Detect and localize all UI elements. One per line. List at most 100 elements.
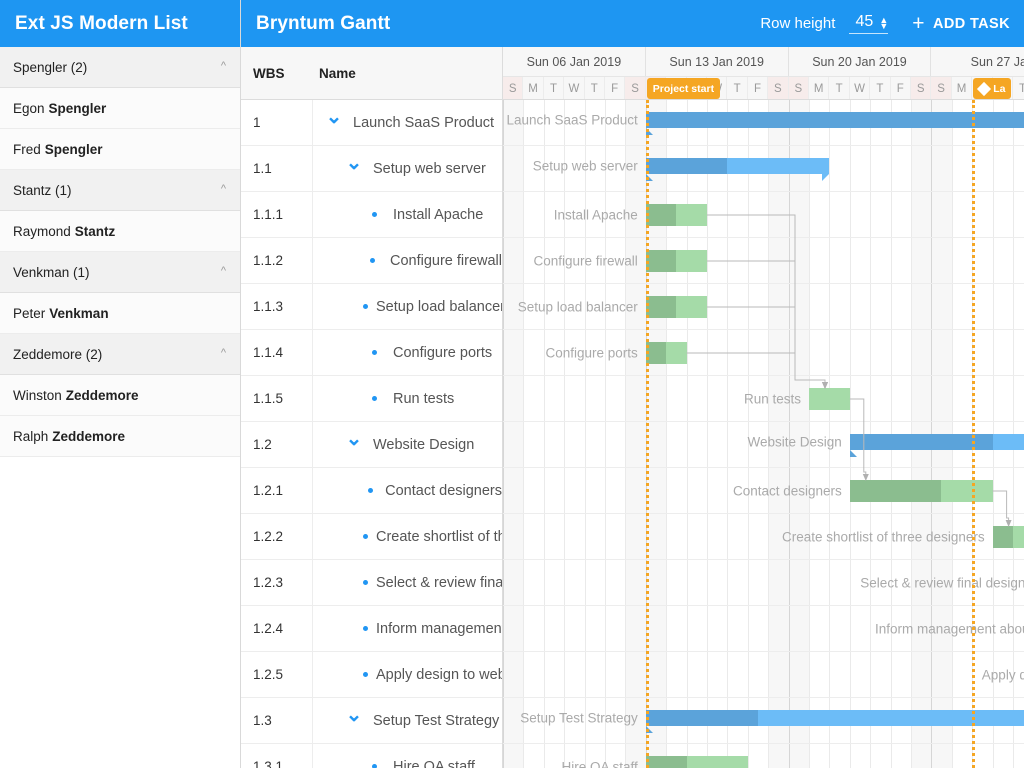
cell-name: ⌄Setup web server — [313, 146, 502, 191]
cell-wbs: 1.1.4 — [241, 330, 313, 375]
sidebar-group-header[interactable]: Zeddemore (2)^ — [0, 334, 240, 375]
cell-name: Contact designers — [313, 468, 502, 513]
chevron-up-icon[interactable]: ^ — [221, 184, 226, 195]
timeline-row[interactable] — [503, 652, 1024, 698]
table-row[interactable]: 1.3⌄Setup Test Strategy — [241, 698, 502, 744]
bar-label: Configure firewall — [534, 254, 638, 269]
table-row[interactable]: 1.1.4Configure ports — [241, 330, 502, 376]
sidebar-group-header[interactable]: Stantz (1)^ — [0, 170, 240, 211]
bar-progress-segment — [993, 526, 1013, 548]
task-bar[interactable]: Configure firewall — [646, 250, 707, 272]
sidebar-person-item[interactable]: FredSpengler — [0, 129, 240, 170]
task-bar[interactable]: Configure ports — [646, 342, 687, 364]
chevron-up-icon[interactable]: ^ — [221, 266, 226, 277]
bar-remaining-segment — [809, 388, 850, 410]
task-name-text: Install Apache — [393, 207, 483, 223]
row-height-stepper[interactable]: ▲ ▼ — [879, 17, 888, 31]
table-row[interactable]: 1.3.1Hire QA staff — [241, 744, 502, 768]
task-grid[interactable]: 1⌄Launch SaaS Product1.1⌄Setup web serve… — [241, 100, 503, 768]
task-bar[interactable]: Setup load balancer — [646, 296, 707, 318]
add-task-button[interactable]: + ADD TASK — [912, 13, 1010, 34]
sidebar-person-item[interactable]: WinstonZeddemore — [0, 375, 240, 416]
bar-remaining-segment — [666, 342, 686, 364]
cell-wbs: 1.2.5 — [241, 652, 313, 697]
bar-remaining-segment — [941, 480, 992, 502]
bar-label: Launch SaaS Product — [506, 113, 637, 128]
cell-wbs: 1.2.4 — [241, 606, 313, 651]
timeline-header: Sun 06 Jan 2019Sun 13 Jan 2019Sun 20 Jan… — [503, 47, 1024, 99]
timeline-week-row: Sun 06 Jan 2019Sun 13 Jan 2019Sun 20 Jan… — [503, 47, 1024, 76]
parent-bar-left-tail — [850, 450, 857, 457]
bar-progress-segment — [646, 204, 677, 226]
sidebar-person-item[interactable]: RalphZeddemore — [0, 416, 240, 457]
parent-task-bar[interactable]: Website Design — [850, 434, 1024, 450]
column-header-name[interactable]: Name — [313, 66, 356, 81]
table-row[interactable]: 1.1.2Configure firewall — [241, 238, 502, 284]
task-bar[interactable]: Install Apache — [646, 204, 707, 226]
bar-remaining-segment — [993, 434, 1024, 450]
bar-remaining-segment — [676, 250, 707, 272]
cell-name: Run tests — [313, 376, 502, 421]
timeline-day-cell: M — [952, 77, 972, 99]
sidebar-group-header[interactable]: Venkman (1)^ — [0, 252, 240, 293]
triangle-down-icon[interactable]: ▼ — [879, 23, 888, 29]
table-row[interactable]: 1.2.2Create shortlist of three designers — [241, 514, 502, 560]
bar-progress-segment — [646, 296, 677, 318]
caret-down-icon[interactable]: ⌄ — [343, 435, 365, 455]
table-row[interactable]: 1.2.1Contact designers — [241, 468, 502, 514]
sidebar-group-label: Spengler (2) — [13, 60, 87, 75]
table-row[interactable]: 1.2⌄Website Design — [241, 422, 502, 468]
task-bar[interactable]: Create shortlist of three designers — [993, 526, 1024, 548]
diamond-icon — [977, 81, 991, 95]
row-height-input[interactable]: 45 — [849, 13, 879, 31]
person-first-name: Winston — [13, 388, 62, 403]
parent-task-bar[interactable]: Setup web server — [646, 158, 830, 174]
bar-progress-segment — [646, 250, 677, 272]
cell-name: ⌄Website Design — [313, 422, 502, 467]
bar-label: Contact designers — [733, 484, 842, 499]
chevron-up-icon[interactable]: ^ — [221, 348, 226, 359]
table-row[interactable]: 1.2.4Inform management about decision — [241, 606, 502, 652]
cell-name: Setup load balancer — [313, 284, 502, 329]
caret-down-icon[interactable]: ⌄ — [323, 113, 345, 133]
sidebar-title-text: Ext JS Modern List — [15, 13, 188, 35]
bar-label: Inform management about decision — [875, 622, 1024, 637]
sidebar-person-item[interactable]: RaymondStantz — [0, 211, 240, 252]
time-marker-line — [646, 100, 649, 768]
sidebar-person-item[interactable]: PeterVenkman — [0, 293, 240, 334]
timeline-day-cell: W — [850, 77, 870, 99]
timeline-area[interactable]: Launch SaaS Product Setup web server Insta… — [503, 100, 1024, 768]
column-header-wbs[interactable]: WBS — [241, 66, 313, 81]
launch-milestone-marker[interactable]: La — [973, 78, 1011, 99]
caret-down-icon[interactable]: ⌄ — [343, 711, 365, 731]
table-row[interactable]: 1.1⌄Setup web server — [241, 146, 502, 192]
bar-label: Install Apache — [554, 208, 638, 223]
cell-wbs: 1.2.1 — [241, 468, 313, 513]
sidebar-person-item[interactable]: EgonSpengler — [0, 88, 240, 129]
chevron-up-icon[interactable]: ^ — [221, 61, 226, 72]
table-row[interactable]: 1⌄Launch SaaS Product — [241, 100, 502, 146]
plus-icon: + — [912, 13, 925, 34]
project-start-marker[interactable]: Project start — [647, 78, 720, 99]
cell-wbs: 1.1.3 — [241, 284, 313, 329]
caret-down-icon[interactable]: ⌄ — [343, 159, 365, 179]
parent-task-bar[interactable]: Launch SaaS Product — [646, 112, 1024, 128]
parent-task-bar[interactable]: Setup Test Strategy — [646, 710, 1024, 726]
cell-wbs: 1.3.1 — [241, 744, 313, 768]
table-row[interactable]: 1.2.3Select & review final design — [241, 560, 502, 606]
task-bar[interactable]: Contact designers — [850, 480, 993, 502]
parent-bar-right-tail — [822, 174, 829, 181]
cell-name: ⌄Setup Test Strategy — [313, 698, 502, 743]
sidebar-group-header[interactable]: Spengler (2) ^ — [0, 47, 240, 88]
timeline-day-cell: F — [891, 77, 911, 99]
task-bar[interactable]: Hire QA staff — [646, 756, 748, 768]
task-bar[interactable]: Run tests — [809, 388, 850, 410]
grid-column-headers: WBS Name — [241, 47, 503, 99]
timeline-day-cell: S — [768, 77, 788, 99]
table-row[interactable]: 1.1.1Install Apache — [241, 192, 502, 238]
row-height-field[interactable]: 45 ▲ ▼ — [849, 13, 888, 34]
bullet-icon — [363, 672, 368, 677]
table-row[interactable]: 1.1.5Run tests — [241, 376, 502, 422]
table-row[interactable]: 1.1.3Setup load balancer — [241, 284, 502, 330]
table-row[interactable]: 1.2.5Apply design to web site — [241, 652, 502, 698]
